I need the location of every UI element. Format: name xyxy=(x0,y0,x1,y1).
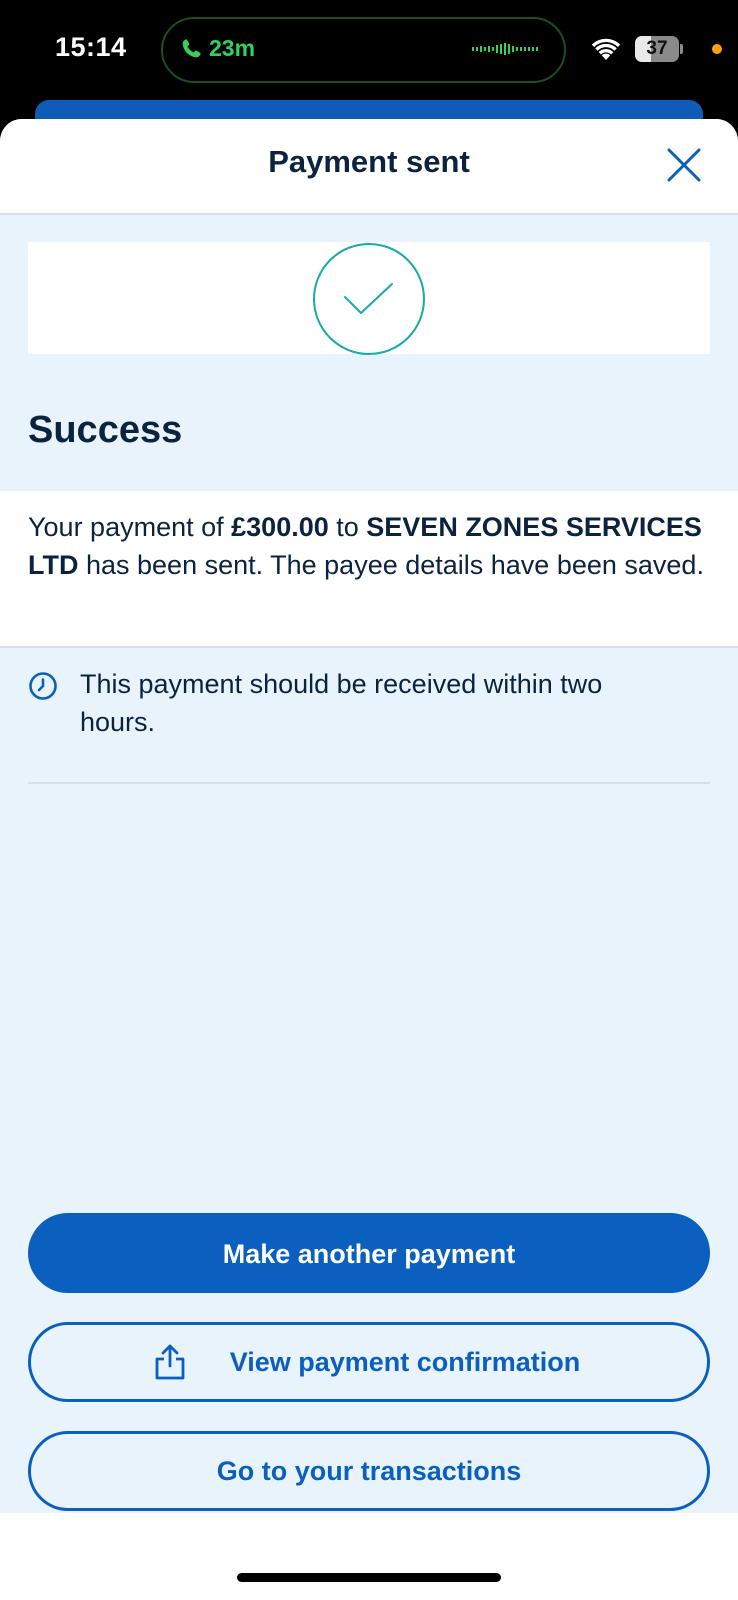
waveform-icon xyxy=(472,43,538,55)
message-prefix: Your payment of xyxy=(28,512,232,542)
confirmation-message: Your payment of £300.00 to SEVEN ZONES S… xyxy=(28,508,718,584)
privacy-indicator-dot xyxy=(712,44,722,54)
battery-level: 37 xyxy=(646,38,668,59)
home-indicator[interactable] xyxy=(237,1573,501,1582)
delivery-time-text: This payment should be received within t… xyxy=(80,669,603,737)
wifi-icon xyxy=(591,38,621,60)
call-indicator-pill[interactable]: 23m xyxy=(161,17,566,83)
status-time: 15:14 xyxy=(55,32,127,62)
clock-icon xyxy=(29,672,57,700)
phone-icon xyxy=(182,39,201,58)
bottom-safe-area xyxy=(0,1513,738,1600)
sheet-header: Payment sent xyxy=(0,119,738,215)
success-icon-panel xyxy=(28,242,710,355)
battery-icon: 37 xyxy=(635,36,683,62)
make-another-payment-button[interactable]: Make another payment xyxy=(28,1213,710,1293)
confirmation-message-panel: Your payment of £300.00 to SEVEN ZONES S… xyxy=(0,491,738,648)
close-icon[interactable] xyxy=(664,145,704,185)
status-bar: 15:14 23m 37 xyxy=(0,0,738,100)
call-duration: 23m xyxy=(209,35,256,61)
success-heading: Success xyxy=(28,409,183,451)
payment-sent-sheet: Payment sent Success Your payment of £30… xyxy=(0,119,738,1600)
view-payment-confirmation-button[interactable]: View payment confirmation xyxy=(28,1322,710,1402)
payment-amount: £300.00 xyxy=(231,512,329,542)
go-to-transactions-button[interactable]: Go to your transactions xyxy=(28,1431,710,1511)
message-suffix: has been sent. The payee details have be… xyxy=(78,550,704,580)
sheet-title: Payment sent xyxy=(268,144,470,179)
divider xyxy=(28,782,710,784)
message-middle: to xyxy=(328,512,367,542)
view-payment-confirmation-label: View payment confirmation xyxy=(229,1347,581,1377)
checkmark-circle-icon xyxy=(313,243,425,355)
